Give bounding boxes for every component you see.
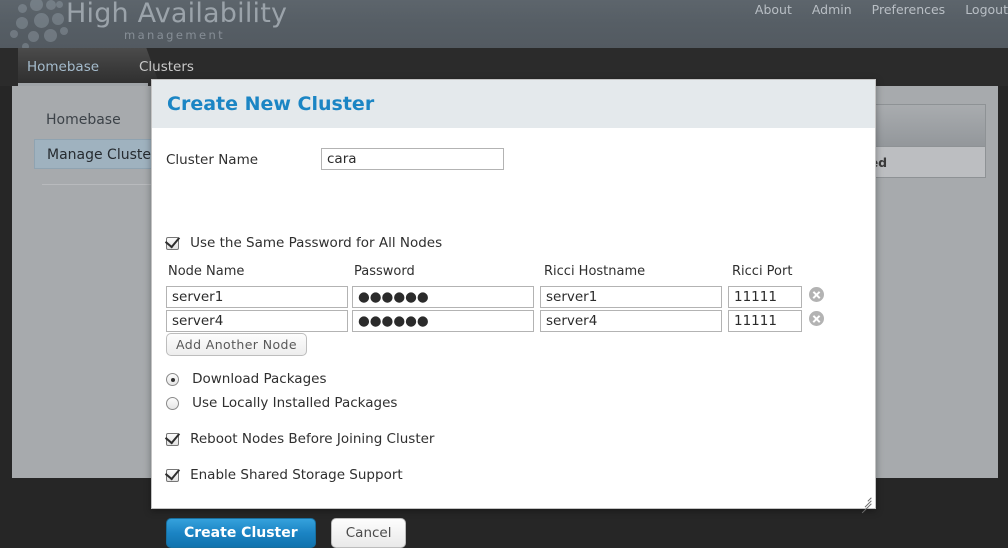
download-packages-option[interactable]: Download Packages [166,368,326,387]
topnav-admin[interactable]: Admin [812,0,852,17]
local-packages-option[interactable]: Use Locally Installed Packages [166,392,397,411]
ricci-hostname-input[interactable] [540,310,722,332]
cluster-name-input[interactable] [321,148,504,170]
app-banner: High Availability management About Admin… [0,0,1008,48]
download-packages-label: Download Packages [192,371,327,387]
local-packages-radio[interactable] [166,397,179,410]
table-row [166,286,856,308]
same-password-label: Use the Same Password for All Nodes [190,235,443,251]
same-password-row[interactable]: Use the Same Password for All Nodes [166,232,443,251]
reboot-nodes-checkbox[interactable] [166,433,179,446]
top-navigation: About Admin Preferences Logout [739,0,1008,17]
node-password-input[interactable] [352,310,534,332]
topnav-preferences[interactable]: Preferences [872,0,946,17]
resize-grip-icon[interactable] [859,492,872,514]
column-ricci-port: Ricci Port [732,264,793,279]
download-packages-radio[interactable] [166,373,179,386]
node-table-header: Node Name Password Ricci Hostname Ricci … [166,264,856,284]
same-password-checkbox[interactable] [166,237,179,250]
breadcrumb-item-clusters: Clusters [139,59,194,75]
app-title: High Availability [66,0,288,29]
topnav-logout[interactable]: Logout [965,0,1008,17]
add-another-node-button[interactable]: Add Another Node [166,333,307,356]
column-node-name: Node Name [168,264,245,279]
dialog-title: Create New Cluster [167,93,375,115]
column-password: Password [354,264,415,279]
cluster-name-label: Cluster Name [166,152,259,168]
breadcrumb-item-homebase[interactable]: Homebase [27,59,99,75]
reboot-nodes-label: Reboot Nodes Before Joining Cluster [190,431,435,447]
dialog-header: Create New Cluster [152,80,875,128]
column-ricci-hostname: Ricci Hostname [544,264,646,279]
create-cluster-button[interactable]: Create Cluster [166,518,316,548]
shared-storage-option[interactable]: Enable Shared Storage Support [166,464,403,483]
node-name-input[interactable] [166,310,348,332]
shared-storage-checkbox[interactable] [166,469,179,482]
shared-storage-label: Enable Shared Storage Support [190,467,403,483]
create-cluster-dialog: Create New Cluster Cluster Name Use the … [151,79,876,548]
ricci-hostname-input[interactable] [540,286,722,308]
dots-hexagon-logo-icon [8,0,70,48]
topnav-about[interactable]: About [755,0,792,17]
node-password-input[interactable] [352,286,534,308]
node-table: Node Name Password Ricci Hostname Ricci … [166,264,856,332]
app-subtitle: management [124,28,226,42]
ricci-port-input[interactable] [728,310,802,332]
node-name-input[interactable] [166,286,348,308]
remove-circle-icon[interactable] [809,287,824,302]
ricci-port-input[interactable] [728,286,802,308]
reboot-nodes-option[interactable]: Reboot Nodes Before Joining Cluster [166,428,434,447]
dialog-footer: Create Cluster Cancel [166,518,407,548]
local-packages-label: Use Locally Installed Packages [192,395,398,411]
table-row [166,310,856,332]
cancel-button[interactable]: Cancel [330,518,407,548]
cluster-name-row: Cluster Name [166,148,856,172]
remove-circle-icon[interactable] [809,311,824,326]
